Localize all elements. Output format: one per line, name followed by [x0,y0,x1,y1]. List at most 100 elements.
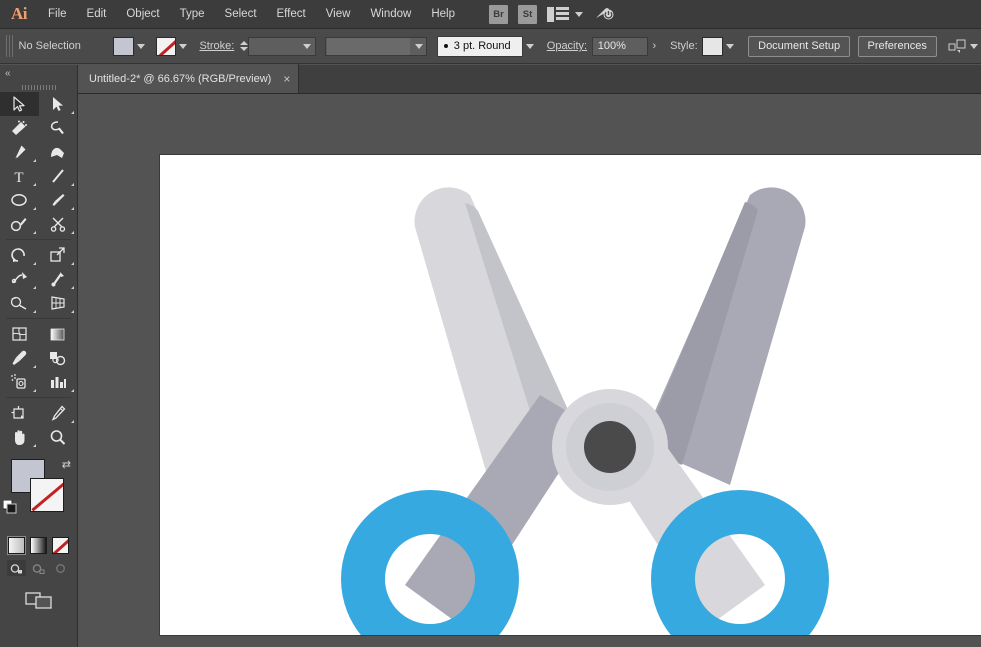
lasso-tool[interactable] [39,116,78,140]
stroke-profile-select[interactable] [325,37,428,56]
bridge-button[interactable]: Br [489,5,508,24]
menu-item-help[interactable]: Help [421,0,465,29]
screen-mode-row [0,590,77,613]
tool-group-indicator-icon [33,365,36,368]
rotate-tool[interactable] [0,243,39,267]
tool-group-indicator-icon [71,183,74,186]
tools-panel: « [0,65,78,647]
shaper-tool[interactable] [0,212,39,236]
brush-definition-dropdown-icon[interactable] [523,37,537,56]
type-tool[interactable]: T [0,164,39,188]
preferences-button[interactable]: Preferences [858,36,937,57]
tools-divider [6,318,71,319]
selection-tool[interactable] [0,92,39,116]
gradient-tool[interactable] [39,322,78,346]
search-stock-button[interactable] [593,5,615,23]
stroke-weight-dropdown-icon[interactable] [300,37,315,56]
graphic-style-swatch[interactable] [702,37,723,56]
document-setup-button[interactable]: Document Setup [748,36,850,57]
fill-color-swatch[interactable] [113,37,134,56]
style-label: Style: [670,40,698,52]
tools-panel-drag-handle[interactable] [0,82,77,92]
document-tab[interactable]: Untitled-2* @ 66.67% (RGB/Preview) × [78,64,299,93]
stroke-profile-dropdown-icon[interactable] [411,37,426,56]
menu-bar: Ai File Edit Object Type Select Effect V… [0,0,981,29]
adobe-stock-button[interactable]: St [518,5,537,24]
line-segment-tool[interactable] [39,164,78,188]
fill-swatch-dropdown-icon[interactable] [134,37,148,56]
brush-preview-icon [444,44,448,48]
brush-definition-value: 3 pt. Round [454,40,511,52]
menu-item-object[interactable]: Object [116,0,169,29]
workspace-switcher-button[interactable] [547,7,583,22]
menu-item-effect[interactable]: Effect [267,0,316,29]
menu-item-view[interactable]: View [316,0,361,29]
draw-normal-button[interactable] [7,560,26,576]
magic-wand-tool[interactable] [0,116,39,140]
tool-group-indicator-icon [71,389,74,392]
selection-status-label: No Selection [19,40,99,52]
perspective-grid-tool[interactable] [39,291,78,315]
mesh-tool[interactable] [0,322,39,346]
menu-item-edit[interactable]: Edit [77,0,117,29]
collapse-panel-button[interactable]: « [0,65,77,82]
tools-grid: T [0,92,77,449]
brush-definition-select[interactable]: 3 pt. Round [437,36,524,57]
default-fill-stroke-icon[interactable] [3,500,18,518]
align-to-button[interactable] [948,38,967,54]
change-screen-mode-icon[interactable] [25,590,53,613]
app-logo-icon: Ai [0,0,38,29]
scissors-artwork[interactable] [160,155,981,635]
close-icon[interactable]: × [283,73,290,85]
menu-item-window[interactable]: Window [360,0,421,29]
slice-tool[interactable] [39,401,78,425]
tool-group-indicator-icon [33,207,36,210]
eyedropper-tool[interactable] [0,346,39,370]
control-bar-grip[interactable] [6,35,13,57]
scissors-tool[interactable] [39,212,78,236]
free-transform-tool[interactable] [39,267,78,291]
tool-group-indicator-icon [71,286,74,289]
chevron-down-icon [575,12,583,17]
stroke-weight-stepper[interactable] [240,37,248,55]
menu-item-type[interactable]: Type [170,0,215,29]
align-dropdown-icon[interactable] [967,37,981,56]
symbol-sprayer-tool[interactable] [0,370,39,394]
blend-tool[interactable] [39,346,78,370]
stroke-color-box[interactable] [30,478,64,512]
svg-text:T: T [15,170,24,184]
gradient-mode-button[interactable] [30,537,47,554]
direct-selection-tool[interactable] [39,92,78,116]
canvas-workspace[interactable] [78,94,981,647]
swap-fill-stroke-icon[interactable]: ⇄ [62,458,71,471]
ellipse-tool[interactable] [0,188,39,212]
artboard-tool[interactable] [0,401,39,425]
curvature-tool[interactable] [39,140,78,164]
menu-item-select[interactable]: Select [215,0,267,29]
tool-group-indicator-icon [71,420,74,423]
stroke-swatch-dropdown-icon[interactable] [176,37,190,56]
menu-item-file[interactable]: File [38,0,77,29]
column-graph-tool[interactable] [39,370,78,394]
stroke-weight-input[interactable] [248,37,315,56]
artboard[interactable] [160,155,981,635]
scale-tool[interactable] [39,243,78,267]
draw-behind-button[interactable] [29,560,48,576]
opacity-label[interactable]: Opacity: [547,40,587,52]
pen-tool[interactable] [0,140,39,164]
draw-inside-button[interactable] [51,560,70,576]
opacity-input[interactable]: 100% [592,37,648,56]
stroke-label[interactable]: Stroke: [199,40,234,52]
tool-group-indicator-icon [33,444,36,447]
none-mode-button[interactable] [52,537,69,554]
zoom-tool[interactable] [39,425,78,449]
graphic-style-dropdown-icon[interactable] [723,37,737,56]
hand-tool[interactable] [0,425,39,449]
stroke-color-swatch[interactable] [156,37,177,56]
opacity-flyout-icon[interactable]: › [648,40,661,52]
color-mode-button[interactable] [8,537,25,554]
tool-group-indicator-icon [33,286,36,289]
shape-builder-tool[interactable] [0,291,39,315]
paintbrush-tool[interactable] [39,188,78,212]
width-tool[interactable] [0,267,39,291]
